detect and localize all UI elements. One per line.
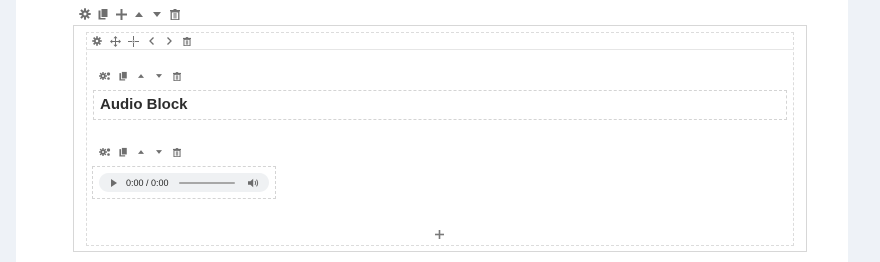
section-add-plus-icon[interactable] (112, 6, 130, 22)
row-settings-gear-icon[interactable] (88, 33, 106, 49)
audio-block-toolbar (96, 144, 186, 160)
section-move-down-arrow-down-icon[interactable] (148, 6, 166, 22)
heading-move-down-arrow-down-icon[interactable] (150, 68, 168, 84)
audio-progress-bar[interactable] (178, 181, 235, 184)
row-move-alt-icon[interactable] (124, 33, 142, 49)
heading-delete-trash-icon[interactable] (168, 68, 186, 84)
heading-duplicate-icon[interactable] (114, 68, 132, 84)
row-delete-trash-icon[interactable] (178, 33, 196, 49)
audio-player: 0:00 / 0:00 (99, 173, 269, 192)
audio-settings-gears-icon[interactable] (96, 144, 114, 160)
row-move-right-arrow-right-icon[interactable] (160, 33, 178, 49)
audio-move-down-arrow-down-icon[interactable] (150, 144, 168, 160)
audio-delete-trash-icon[interactable] (168, 144, 186, 160)
row-toolbar-divider (86, 49, 794, 50)
heading-text[interactable]: Audio Block (100, 96, 188, 113)
row-move-left-arrow-left-icon[interactable] (142, 33, 160, 49)
audio-block: 0:00 / 0:00 (92, 166, 276, 199)
volume-icon[interactable] (247, 178, 259, 188)
heading-settings-gears-icon[interactable] (96, 68, 114, 84)
section-toolbar (76, 6, 184, 22)
add-block-plus-icon[interactable] (432, 227, 446, 241)
section-duplicate-icon[interactable] (94, 6, 112, 22)
section-move-up-arrow-up-icon[interactable] (130, 6, 148, 22)
audio-time-display: 0:00 / 0:00 (126, 177, 169, 188)
section-settings-gear-icon[interactable] (76, 6, 94, 22)
heading-move-up-arrow-up-icon[interactable] (132, 68, 150, 84)
section-delete-trash-icon[interactable] (166, 6, 184, 22)
row-container (86, 32, 794, 246)
row-toolbar (88, 33, 196, 49)
row-move-icon[interactable] (106, 33, 124, 49)
play-icon[interactable] (111, 178, 117, 187)
audio-duplicate-icon[interactable] (114, 144, 132, 160)
audio-move-up-arrow-up-icon[interactable] (132, 144, 150, 160)
heading-block[interactable]: Audio Block (93, 90, 787, 120)
heading-block-toolbar (96, 68, 186, 84)
